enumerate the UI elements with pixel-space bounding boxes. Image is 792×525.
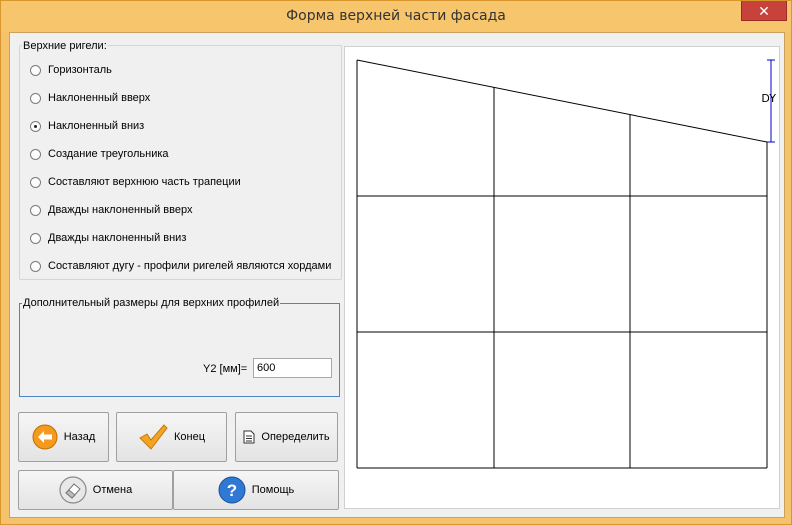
finish-button-label: Конец xyxy=(173,431,206,443)
help-icon: ? xyxy=(218,476,246,504)
top-rail-group-legend: Верхние ригели: xyxy=(22,40,108,52)
dimensions-group-legend: Дополнительный размеры для верхних профи… xyxy=(22,297,281,309)
back-button-label: Назад xyxy=(63,431,96,443)
top-rail-group: Верхние ригели: Горизонталь Наклоненный … xyxy=(19,40,342,280)
dy-dimension-label: DY xyxy=(761,92,776,105)
radio-button[interactable] xyxy=(30,148,41,160)
radio-trapezoid[interactable]: Составляют верхнюю часть трапеции xyxy=(30,174,241,190)
radio-arc-chords[interactable]: Составляют дугу - профили ригелей являют… xyxy=(30,258,331,274)
dialog-window: Форма верхней части фасада ✕ Верхние риг… xyxy=(0,0,792,525)
radio-horizontal[interactable]: Горизонталь xyxy=(30,62,112,78)
radio-label: Составляют верхнюю часть трапеции xyxy=(48,176,241,188)
radio-label: Горизонталь xyxy=(48,64,112,76)
title-bar[interactable]: Форма верхней части фасада ✕ xyxy=(1,1,791,32)
help-button-label: Помощь xyxy=(251,484,295,496)
radio-button[interactable] xyxy=(30,92,41,104)
radio-label: Дважды наклоненный вниз xyxy=(48,232,187,244)
radio-button[interactable] xyxy=(30,64,41,76)
radio-button[interactable] xyxy=(30,176,41,188)
dialog-client-area: Верхние ригели: Горизонталь Наклоненный … xyxy=(9,32,785,518)
svg-text:?: ? xyxy=(227,481,237,500)
define-button-label: Опеределить xyxy=(261,431,330,443)
radio-label: Создание треугольника xyxy=(48,148,169,160)
radio-label: Составляют дугу - профили ригелей являют… xyxy=(48,260,332,272)
define-button[interactable]: Опеределить xyxy=(235,412,338,462)
document-icon xyxy=(243,430,255,444)
radio-label: Дважды наклоненный вверх xyxy=(48,204,193,216)
facade-drawing: DY xyxy=(356,59,776,469)
radio-label: Наклоненный вниз xyxy=(48,120,145,132)
radio-double-up[interactable]: Дважды наклоненный вверх xyxy=(30,202,192,218)
finish-button[interactable]: Конец xyxy=(116,412,227,462)
radio-label: Наклоненный вверх xyxy=(48,92,151,104)
arrow-left-icon xyxy=(32,424,58,450)
cancel-button[interactable]: Отмена xyxy=(18,470,173,510)
close-button[interactable]: ✕ xyxy=(741,1,787,21)
y2-label: Y2 [мм]= xyxy=(203,363,248,375)
window-title: Форма верхней части фасада xyxy=(286,8,506,24)
back-button[interactable]: Назад xyxy=(18,412,109,462)
radio-button[interactable] xyxy=(30,232,41,244)
eraser-icon xyxy=(59,476,87,504)
radio-triangle[interactable]: Создание треугольника xyxy=(30,146,169,162)
radio-inclined-down[interactable]: Наклоненный вниз xyxy=(30,118,144,134)
radio-inclined-up[interactable]: Наклоненный вверх xyxy=(30,90,150,106)
y2-input[interactable] xyxy=(253,358,332,378)
facade-drawing-canvas: DY xyxy=(344,46,780,509)
help-button[interactable]: ? Помощь xyxy=(173,470,339,510)
inclined-top-rail xyxy=(356,59,768,143)
cancel-button-label: Отмена xyxy=(92,484,133,496)
dimensions-group: Дополнительный размеры для верхних профи… xyxy=(19,297,340,397)
close-icon: ✕ xyxy=(758,2,770,19)
checkmark-icon xyxy=(138,423,168,451)
radio-button-selected[interactable] xyxy=(30,120,41,132)
radio-button[interactable] xyxy=(30,204,41,216)
radio-button[interactable] xyxy=(30,260,41,272)
radio-double-down[interactable]: Дважды наклоненный вниз xyxy=(30,230,186,246)
